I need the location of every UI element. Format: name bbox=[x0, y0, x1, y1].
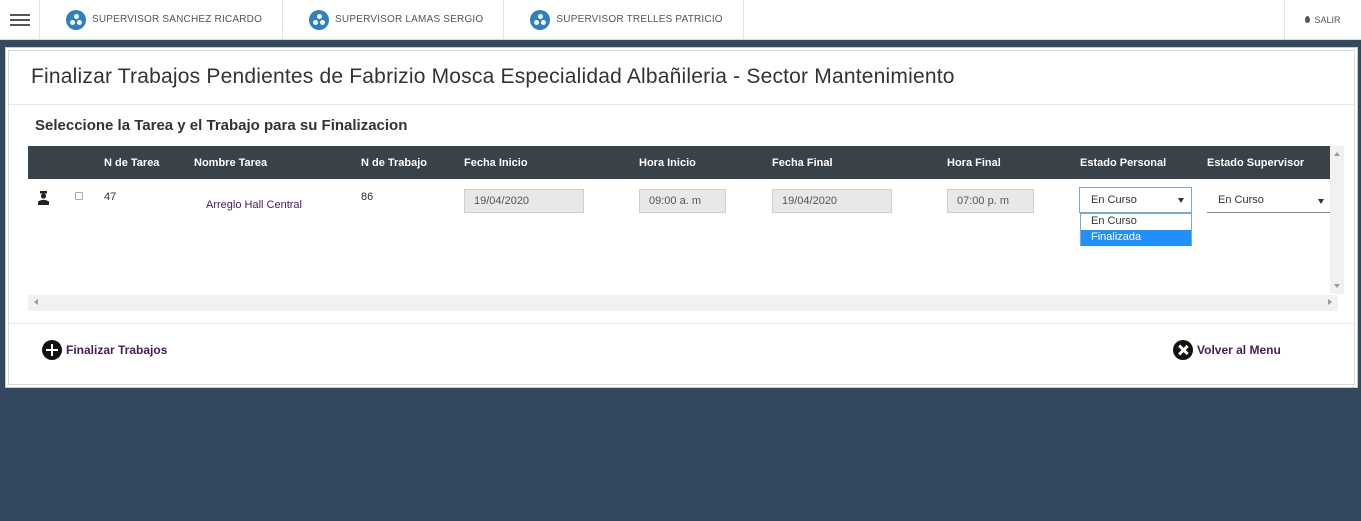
tasks-grid: N de Tarea Nombre Tarea N de Trabajo Fec… bbox=[28, 146, 1344, 311]
hora-inicio-field[interactable]: 09:00 a. m bbox=[639, 189, 726, 213]
divider bbox=[9, 104, 1354, 105]
hora-final-field[interactable]: 07:00 p. m bbox=[947, 189, 1034, 213]
column-header-estado-supervisor: Estado Supervisor bbox=[1207, 157, 1305, 169]
users-icon bbox=[66, 9, 86, 30]
row-checkbox[interactable] bbox=[75, 192, 83, 200]
nav-supervisor-trelles[interactable]: SUPERVISOR TRELLES PATRICIO bbox=[504, 0, 744, 39]
section-subtitle: Seleccione la Tarea y el Trabajo para su… bbox=[35, 117, 408, 134]
logout-button[interactable]: SALIR bbox=[1284, 0, 1361, 39]
logout-label: SALIR bbox=[1314, 14, 1341, 25]
estado-supervisor-value: En Curso bbox=[1218, 194, 1264, 206]
column-header-estado-personal: Estado Personal bbox=[1080, 157, 1167, 169]
column-header-fecha-final: Fecha Final bbox=[772, 157, 833, 169]
users-icon bbox=[309, 9, 330, 30]
cell-n-trabajo: 86 bbox=[361, 191, 374, 203]
fecha-final-field[interactable]: 19/04/2020 bbox=[772, 189, 892, 213]
dropdown-option-en-curso[interactable]: En Curso bbox=[1081, 214, 1191, 230]
column-header-n-trabajo: N de Trabajo bbox=[361, 157, 428, 169]
nav-supervisor-label: SUPERVISOR TRELLES PATRICIO bbox=[556, 14, 723, 25]
plus-circle-icon bbox=[42, 340, 62, 360]
volver-menu-label: Volver al Menu bbox=[1197, 343, 1281, 357]
fecha-inicio-field[interactable]: 19/04/2020 bbox=[464, 189, 584, 213]
column-header-hora-final: Hora Final bbox=[947, 157, 1001, 169]
nav-supervisor-lamas[interactable]: SUPERVISOR LAMAS SERGIO bbox=[283, 0, 505, 39]
column-header-fecha-inicio: Fecha Inicio bbox=[464, 157, 528, 169]
top-navbar: SUPERVISOR SANCHEZ RICARDO SUPERVISOR LA… bbox=[0, 0, 1361, 40]
finalizar-trabajos-label: Finalizar Trabajos bbox=[66, 343, 168, 357]
page-title: Finalizar Trabajos Pendientes de Fabrizi… bbox=[31, 65, 955, 88]
chevron-down-icon bbox=[1318, 199, 1324, 204]
estado-personal-dropdown: En Curso Finalizada bbox=[1080, 213, 1192, 246]
finalizar-trabajos-button[interactable]: Finalizar Trabajos bbox=[42, 340, 167, 360]
column-header-n-tarea: N de Tarea bbox=[104, 157, 160, 169]
users-icon bbox=[530, 9, 551, 30]
worker-icon bbox=[38, 191, 49, 205]
estado-personal-select[interactable]: En Curso bbox=[1079, 187, 1192, 213]
divider bbox=[9, 323, 1354, 324]
hamburger-menu-icon[interactable] bbox=[0, 0, 40, 39]
close-circle-icon bbox=[1173, 340, 1193, 360]
task-name-link[interactable]: Arreglo Hall Central bbox=[206, 199, 302, 211]
volver-menu-button[interactable]: Volver al Menu bbox=[1173, 340, 1281, 360]
cell-n-tarea: 47 bbox=[104, 191, 117, 203]
column-header-hora-inicio: Hora Inicio bbox=[639, 157, 696, 169]
grid-header: N de Tarea Nombre Tarea N de Trabajo Fec… bbox=[28, 146, 1338, 179]
nav-supervisor-label: SUPERVISOR LAMAS SERGIO bbox=[335, 14, 484, 25]
vertical-scrollbar[interactable] bbox=[1330, 146, 1344, 294]
estado-supervisor-select[interactable]: En Curso bbox=[1207, 189, 1331, 213]
chevron-down-icon bbox=[1178, 198, 1184, 203]
main-panel: Finalizar Trabajos Pendientes de Fabrizi… bbox=[5, 47, 1358, 388]
dropdown-option-finalizada[interactable]: Finalizada bbox=[1081, 230, 1191, 246]
drop-icon bbox=[1305, 16, 1311, 23]
column-header-nombre-tarea: Nombre Tarea bbox=[194, 157, 268, 169]
nav-supervisor-label: SUPERVISOR SANCHEZ RICARDO bbox=[92, 14, 263, 25]
nav-supervisor-sanchez[interactable]: SUPERVISOR SANCHEZ RICARDO bbox=[40, 0, 284, 39]
horizontal-scrollbar[interactable] bbox=[28, 295, 1338, 311]
estado-personal-value: En Curso bbox=[1091, 194, 1137, 206]
